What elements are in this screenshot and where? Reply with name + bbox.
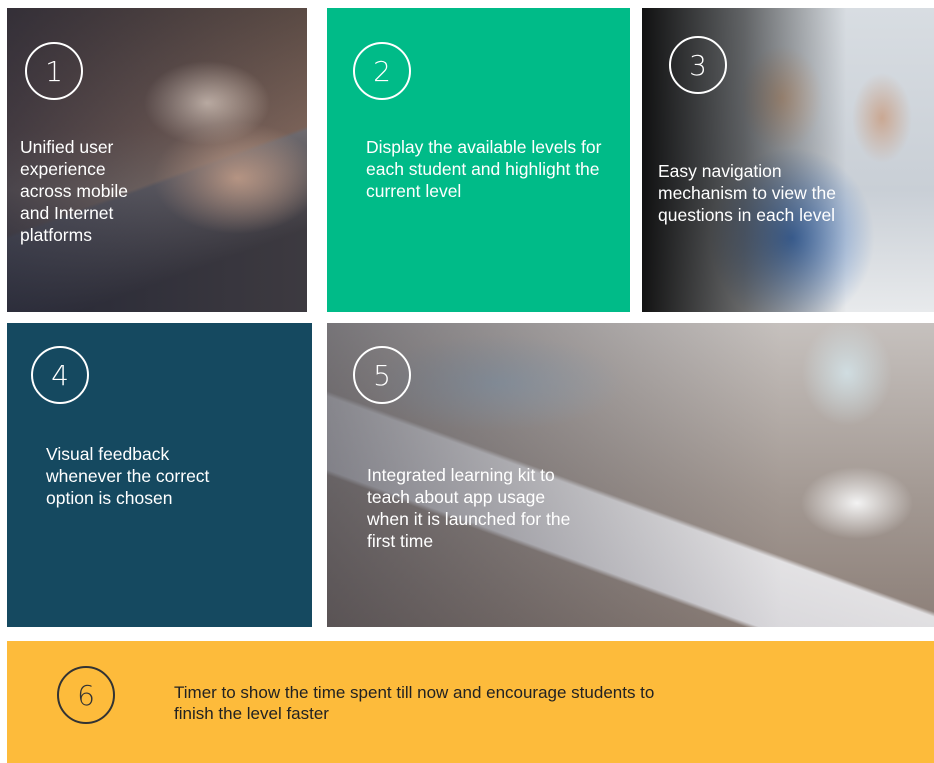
feature-text-2: Display the available levels for each st… [366, 137, 602, 201]
feature-tile-4: 4 Visual feedback whenever the correct o… [7, 323, 312, 627]
feature-text-3: Easy navigation mechanism to view the qu… [658, 161, 836, 225]
feature-tile-5: 5 Integrated learning kit to teach about… [327, 323, 934, 627]
number-badge-5: 5 [353, 346, 411, 404]
feature-tile-6: 6 Timer to show the time spent till now … [7, 641, 934, 763]
number-badge-2: 2 [353, 42, 411, 100]
feature-text-6: Timer to show the time spent till now an… [174, 683, 655, 723]
feature-tile-3: 3 Easy navigation mechanism to view the … [642, 8, 934, 312]
feature-tile-2: 2 Display the available levels for each … [327, 8, 630, 312]
feature-tile-1: 1 Unified user experience across mobile … [7, 8, 307, 312]
feature-text-5: Integrated learning kit to teach about a… [367, 465, 571, 551]
number-badge-3: 3 [669, 36, 727, 94]
number-badge-1: 1 [25, 42, 83, 100]
feature-text-4: Visual feedback whenever the correct opt… [46, 444, 210, 508]
feature-text-1: Unified user experience across mobile an… [20, 137, 128, 245]
number-badge-6: 6 [57, 666, 115, 724]
number-badge-4: 4 [31, 346, 89, 404]
